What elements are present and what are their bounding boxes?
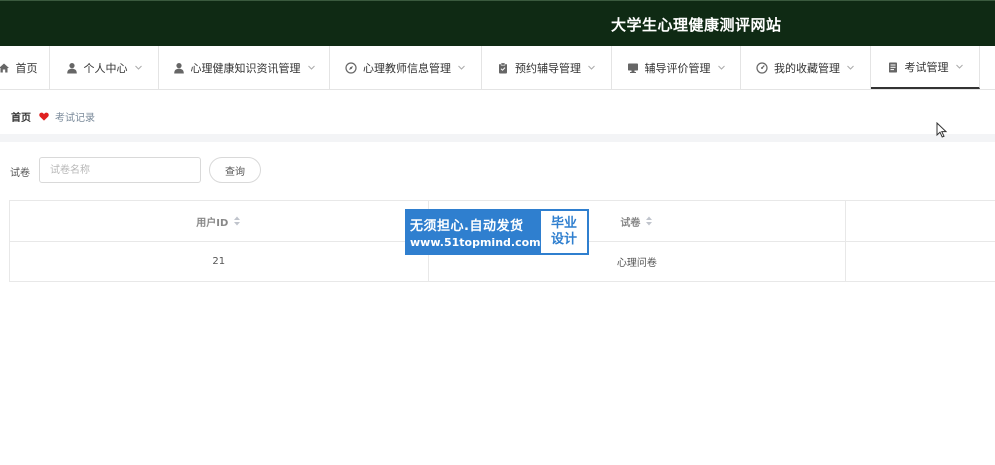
breadcrumb-home[interactable]: 首页	[11, 109, 31, 124]
nav-item-personal-center[interactable]: 个人中心	[50, 46, 159, 89]
watermark-badge-bottom: 设计	[550, 232, 577, 247]
home-icon	[0, 62, 10, 74]
nav-label-home: 首页	[15, 61, 38, 75]
site-title: 大学生心理健康测评网站	[611, 16, 782, 34]
user-icon	[173, 62, 185, 74]
column-header-actions	[846, 201, 995, 241]
chevron-down-icon	[134, 63, 143, 72]
chevron-down-icon	[846, 63, 855, 72]
watermark-url: www.51topmind.com	[410, 236, 541, 249]
nav-label-teacher-info: 心理教师信息管理	[363, 61, 451, 75]
nav-label-exam-management: 考试管理	[904, 60, 949, 74]
exam-name-search-input[interactable]	[39, 157, 201, 183]
nav-item-knowledge-news[interactable]: 心理健康知识资讯管理	[159, 46, 330, 89]
heart-icon	[39, 112, 49, 121]
gauge-icon	[756, 61, 768, 74]
chevron-down-icon	[457, 63, 466, 72]
table-cell-user-id: 21	[10, 242, 429, 281]
nav-label-appointment: 预约辅导管理	[515, 61, 581, 75]
chevron-down-icon	[955, 62, 964, 71]
top-header: 大学生心理健康测评网站	[0, 0, 995, 46]
monitor-icon	[627, 62, 639, 74]
cell-text: 心理问卷	[616, 258, 657, 269]
user-icon	[66, 62, 78, 74]
nav-item-favorites[interactable]: 我的收藏管理	[741, 46, 871, 89]
watermark-badge-top: 毕业	[550, 216, 577, 231]
sort-icon[interactable]	[233, 216, 241, 226]
table-cell-actions	[846, 242, 995, 281]
nav-item-teacher-info[interactable]: 心理教师信息管理	[330, 46, 482, 89]
clipboard-icon	[497, 62, 509, 74]
watermark-text: 无须担心.自动发货 www.51topmind.com	[406, 210, 541, 254]
nav-item-home[interactable]: 首页	[0, 46, 50, 89]
watermark-banner: 无须担心.自动发货 www.51topmind.com 毕业 设计	[405, 209, 589, 255]
sort-icon[interactable]	[645, 216, 653, 226]
watermark-badge: 毕业 设计	[541, 211, 587, 253]
nav-item-exam-management[interactable]: 考试管理	[871, 46, 980, 89]
search-button[interactable]: 查询	[209, 157, 261, 183]
breadcrumb-current: 考试记录	[55, 113, 95, 124]
breadcrumb: 首页 考试记录	[11, 109, 95, 124]
main-nav: 首页 个人中心 心理健康知识资讯管理 心理教师信息管理 预约辅导管理 辅导评价管…	[0, 46, 995, 90]
watermark-line1: 无须担心.自动发货	[410, 219, 524, 234]
chevron-down-icon	[587, 63, 596, 72]
compass-icon	[345, 61, 357, 74]
column-header-label: 用户ID	[196, 217, 229, 229]
nav-item-evaluation[interactable]: 辅导评价管理	[612, 46, 741, 89]
search-label: 试卷	[10, 168, 30, 179]
nav-label-personal-center: 个人中心	[83, 61, 128, 75]
chevron-down-icon	[307, 63, 316, 72]
column-header-label: 试卷	[620, 217, 641, 229]
nav-item-appointment[interactable]: 预约辅导管理	[482, 46, 612, 89]
nav-label-evaluation: 辅导评价管理	[644, 61, 711, 75]
nav-label-knowledge-news: 心理健康知识资讯管理	[190, 61, 301, 75]
mouse-cursor-icon	[936, 121, 948, 142]
section-divider	[0, 134, 995, 142]
column-header-user-id[interactable]: 用户ID	[10, 201, 429, 241]
document-icon	[887, 61, 899, 73]
nav-label-favorites: 我的收藏管理	[774, 61, 840, 75]
chevron-down-icon	[717, 63, 726, 72]
cell-text: 21	[212, 256, 226, 267]
